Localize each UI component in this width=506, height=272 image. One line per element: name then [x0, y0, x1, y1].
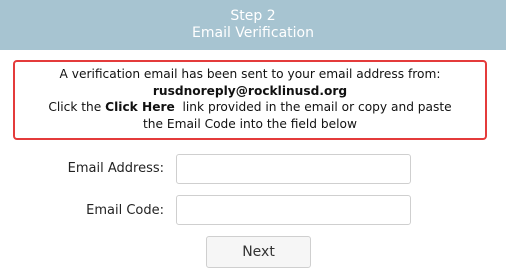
email-address-input[interactable] — [176, 154, 411, 184]
notice-line-3: Click the Click Here link provided in th… — [15, 99, 485, 116]
click-here-text: Click Here — [105, 100, 175, 114]
email-code-label: Email Code: — [86, 203, 164, 218]
notice-line-3-prefix: Click the — [48, 100, 106, 114]
step-header: Step 2 Email Verification — [0, 0, 506, 50]
email-address-label: Email Address: — [67, 161, 164, 176]
notice-line-3-suffix: link provided in the email or copy and p… — [174, 100, 452, 114]
email-code-input[interactable] — [176, 195, 411, 225]
step-number: Step 2 — [230, 8, 276, 24]
email-verification-page: Step 2 Email Verification A verification… — [0, 0, 506, 272]
sender-email: rusdnoreply@rocklinusd.org — [152, 83, 348, 98]
next-button[interactable]: Next — [206, 236, 311, 268]
notice-line-1: A verification email has been sent to yo… — [59, 67, 441, 81]
notice-line-4: the Email Code into the field below — [143, 116, 357, 131]
sender-address: rusdnoreply@rocklinusd.org — [15, 83, 485, 100]
verification-notice: A verification email has been sent to yo… — [13, 60, 487, 140]
step-title: Email Verification — [192, 25, 314, 41]
